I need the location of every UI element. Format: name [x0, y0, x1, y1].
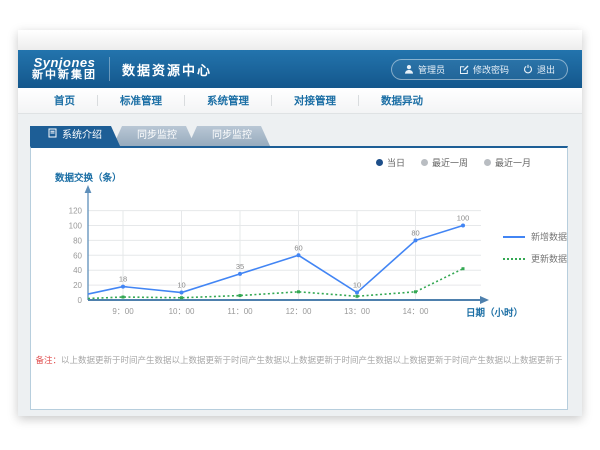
series-line-1 — [88, 269, 463, 299]
data-point-label: 10 — [177, 281, 185, 290]
tab-bar: 系统介绍 同步监控 同步监控 — [30, 126, 270, 146]
radio-dot-icon — [421, 159, 428, 166]
data-point — [356, 295, 359, 298]
x-axis-arrow-icon — [480, 296, 489, 304]
x-tick-label: 12：00 — [286, 307, 312, 316]
legend-label: 新增数据 — [531, 230, 567, 243]
data-point-label: 18 — [119, 275, 127, 284]
x-tick-label: 9：00 — [112, 307, 134, 316]
data-point — [239, 294, 242, 297]
x-axis-title: 日期（小时） — [466, 305, 523, 319]
user-icon — [404, 64, 414, 74]
window-top-strip — [18, 30, 582, 50]
x-tick-label: 14：00 — [403, 307, 429, 316]
y-tick-label: 40 — [73, 266, 82, 275]
data-point — [297, 253, 301, 257]
line-chart-svg: 0 20 40 60 80 100 120 9：00 10：00 11：00 12：00 13：00 1… — [41, 166, 501, 366]
header-user-actions: 管理员 修改密码 退出 — [391, 59, 568, 80]
dotted-line-swatch-icon — [503, 258, 525, 260]
legend-label: 更新数据 — [531, 252, 567, 265]
series-line-0 — [88, 226, 463, 295]
power-icon — [523, 64, 533, 74]
tab-label: 同步监控 — [212, 126, 252, 146]
x-tick-label: 11：00 — [227, 307, 253, 316]
logout-label: 退出 — [537, 63, 555, 76]
user-button[interactable]: 管理员 — [404, 63, 445, 76]
radio-dot-icon — [484, 159, 491, 166]
legend-item-updated-data: 更新数据 — [503, 252, 567, 265]
footnote-label: 备注： — [35, 355, 61, 365]
logout-button[interactable]: 退出 — [523, 63, 555, 76]
data-point — [180, 296, 183, 299]
nav-item-system-mgmt[interactable]: 系统管理 — [185, 93, 271, 108]
nav-item-data-change[interactable]: 数据异动 — [359, 93, 445, 108]
data-point — [414, 290, 417, 293]
edit-icon — [459, 64, 469, 74]
data-point — [122, 296, 125, 299]
y-tick-label: 100 — [69, 222, 83, 231]
x-tick-label: 13：00 — [344, 307, 370, 316]
logo-text-cn: 新中新集团 — [32, 70, 97, 82]
y-tick-label: 0 — [78, 296, 83, 305]
data-point-label: 80 — [411, 228, 419, 237]
data-point — [355, 291, 359, 295]
company-logo: Synjones 新中新集团 — [32, 56, 97, 81]
data-point — [461, 224, 465, 228]
data-point — [414, 238, 418, 242]
data-point — [180, 291, 184, 295]
app-title: 数据资源中心 — [122, 60, 212, 79]
app-window: Synjones 新中新集团 数据资源中心 管理员 修改密码 — [18, 30, 582, 416]
radio-dot-icon — [376, 159, 383, 166]
data-point-label: 10 — [353, 281, 361, 290]
y-tick-label: 120 — [69, 207, 83, 216]
tab-label: 系统介绍 — [62, 126, 102, 146]
header-divider — [109, 57, 110, 81]
y-axis-arrow-icon — [85, 185, 92, 193]
main-nav: 首页 标准管理 系统管理 对接管理 数据异动 — [18, 88, 582, 114]
data-point — [121, 285, 125, 289]
solid-line-swatch-icon — [503, 236, 525, 238]
tab-label: 同步监控 — [137, 126, 177, 146]
data-point-label: 35 — [236, 262, 244, 271]
document-icon — [48, 126, 57, 146]
app-header: Synjones 新中新集团 数据资源中心 管理员 修改密码 — [18, 50, 582, 88]
tab-system-intro[interactable]: 系统介绍 — [30, 126, 120, 146]
content-area: 系统介绍 同步监控 同步监控 当日 最近一周 — [18, 114, 582, 416]
nav-item-standard-mgmt[interactable]: 标准管理 — [98, 93, 184, 108]
data-point-label: 60 — [294, 243, 302, 252]
data-point — [297, 290, 300, 293]
footnote-text: 以上数据更新于时间产生数据以上数据更新于时间产生数据以上数据更新于时间产生数据以… — [61, 355, 563, 365]
data-point-label: 100 — [457, 214, 470, 223]
nav-item-home[interactable]: 首页 — [32, 93, 97, 108]
tab-sync-monitor-1[interactable]: 同步监控 — [113, 126, 195, 146]
data-point — [462, 267, 465, 270]
change-password-button[interactable]: 修改密码 — [459, 63, 509, 76]
data-point — [238, 272, 242, 276]
chart-panel: 当日 最近一周 最近一月 数据交换（条） 0204060801001209：00… — [30, 146, 568, 410]
x-tick-label: 10：00 — [169, 307, 195, 316]
user-button-label: 管理员 — [418, 63, 445, 76]
nav-item-interface-mgmt[interactable]: 对接管理 — [272, 93, 358, 108]
tab-sync-monitor-2[interactable]: 同步监控 — [188, 126, 270, 146]
footnote: 备注：以上数据更新于时间产生数据以上数据更新于时间产生数据以上数据更新于时间产生… — [31, 354, 567, 366]
y-tick-label: 80 — [73, 236, 82, 245]
y-tick-label: 20 — [73, 281, 82, 290]
y-tick-label: 60 — [73, 251, 82, 260]
legend-item-new-data: 新增数据 — [503, 230, 567, 243]
change-password-label: 修改密码 — [473, 63, 509, 76]
logo-text-en: Synjones — [34, 56, 96, 70]
chart-legend: 新增数据 更新数据 — [503, 230, 567, 265]
